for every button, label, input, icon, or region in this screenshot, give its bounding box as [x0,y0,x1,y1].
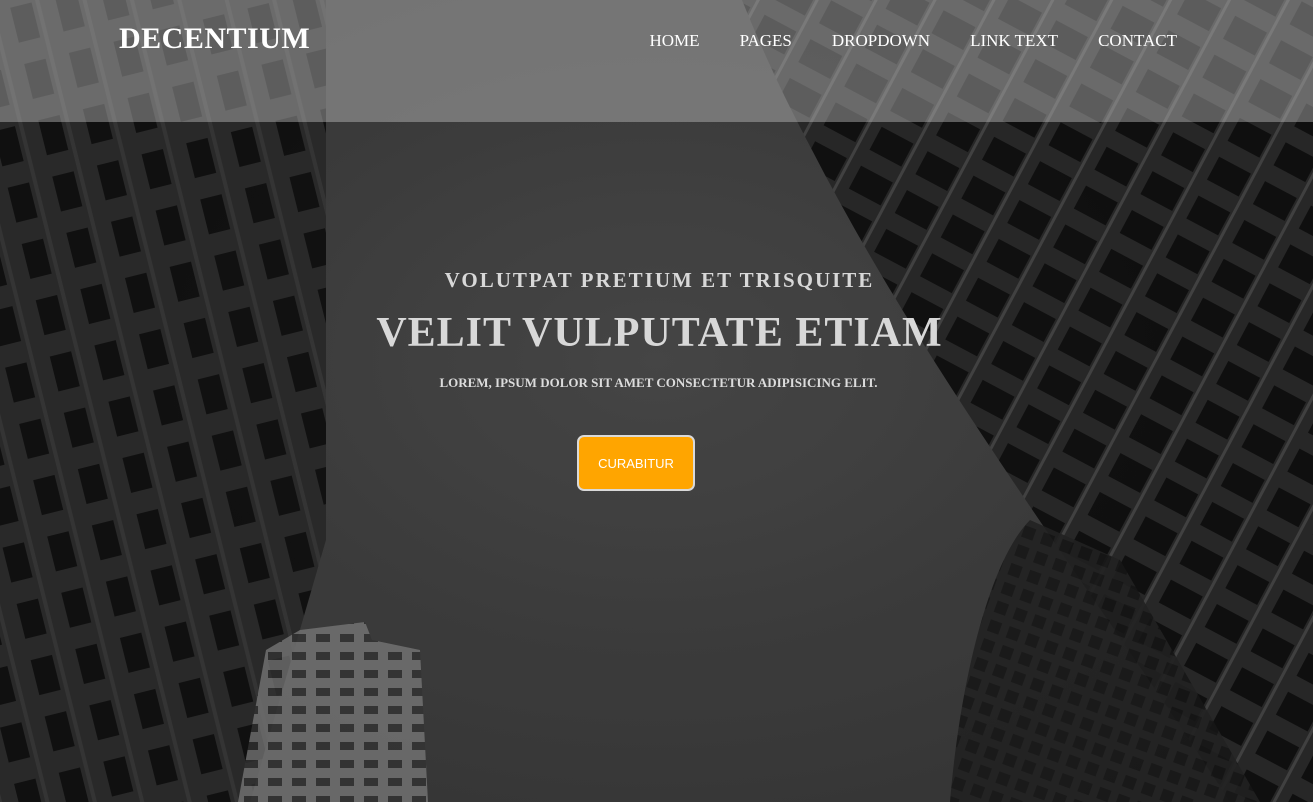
nav-pages-link[interactable]: PAGES [740,31,792,51]
hero-subtext: LOREM, IPSUM DOLOR SIT AMET CONSECTETUR … [439,375,878,390]
nav-dropdown-link[interactable]: DROPDOWN [832,31,930,51]
brand-logo[interactable]: DECENTIUM [119,22,310,56]
nav-link-text-link[interactable]: LINK TEXT [970,31,1058,51]
main-nav: HOME PAGES DROPDOWN LINK TEXT CONTACT [610,31,1178,51]
curabitur-button[interactable]: CURABITUR [577,435,695,491]
top-navbar: DECENTIUM HOME PAGES DROPDOWN LINK TEXT … [0,0,1313,122]
hero-kicker: VOLUTPAT PRETIUM ET TRISQUITE [444,268,875,292]
hero-headline: VELIT VULPUTATE ETIAM [376,310,943,356]
nav-contact-link[interactable]: CONTACT [1098,31,1177,51]
nav-home-link[interactable]: HOME [650,31,700,51]
hero-content: VOLUTPAT PRETIUM ET TRISQUITE VELIT VULP… [0,268,1313,391]
